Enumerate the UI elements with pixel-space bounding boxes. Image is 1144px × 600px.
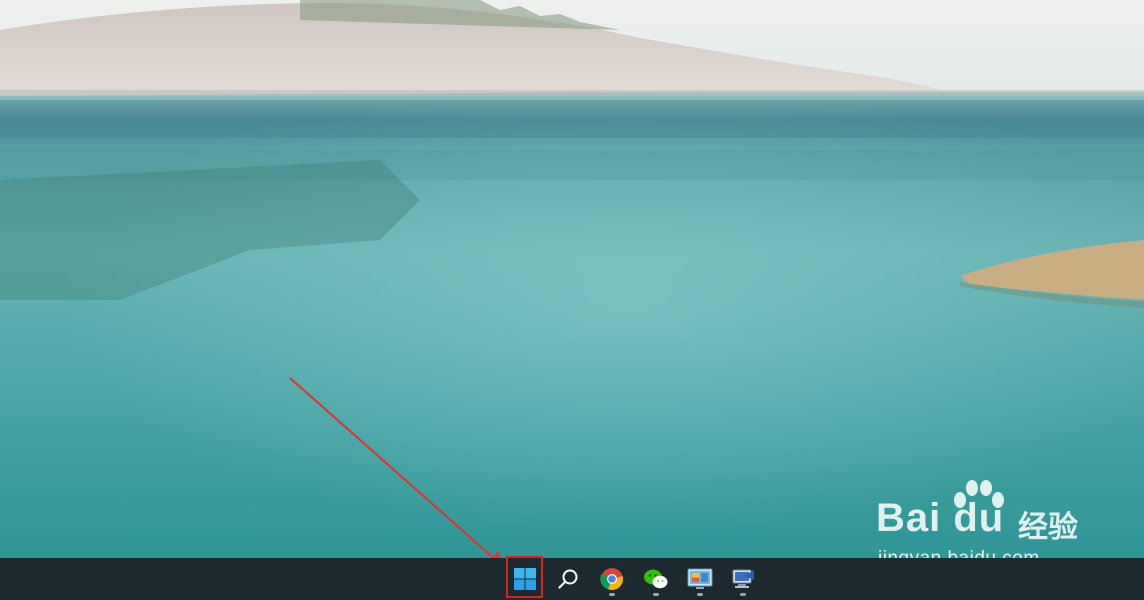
taskbar <box>0 558 1144 600</box>
start-highlight-box <box>506 556 543 598</box>
wechat-icon <box>644 569 668 589</box>
running-indicator <box>697 593 703 596</box>
running-indicator <box>740 593 746 596</box>
running-indicator <box>653 593 659 596</box>
remote-desktop-icon <box>732 569 754 588</box>
control-panel-button[interactable] <box>682 561 718 597</box>
desktop: Bai du 经验 jingyan.baidu.com <box>0 0 1144 600</box>
baidu-logo-text: Bai du <box>876 496 1005 540</box>
chrome-icon <box>600 568 623 591</box>
search-icon <box>558 569 578 589</box>
search-button[interactable] <box>550 561 586 597</box>
running-indicator <box>609 593 615 596</box>
control-panel-icon <box>687 568 713 589</box>
chrome-button[interactable] <box>594 561 630 597</box>
jingyan-text: 经验 <box>1018 510 1078 545</box>
remote-desktop-button[interactable] <box>725 561 761 597</box>
wechat-button[interactable] <box>638 561 674 597</box>
